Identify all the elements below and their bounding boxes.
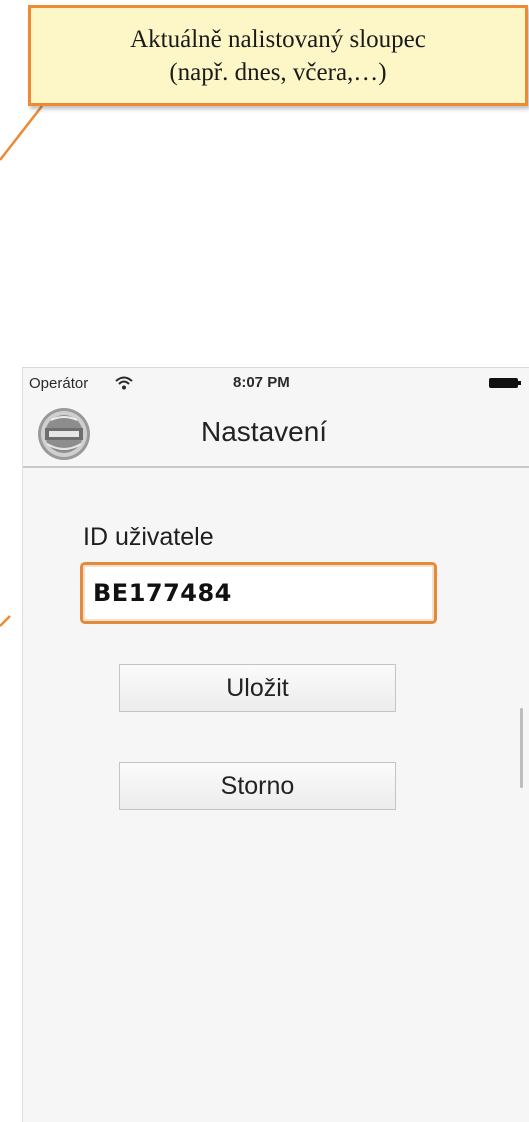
callout-note: Aktuálně nalistovaný sloupec (např. dnes… — [28, 5, 528, 106]
carrier-label: Operátor — [29, 375, 89, 392]
cancel-button[interactable]: Storno — [119, 762, 396, 810]
page-title: Nastavení — [201, 416, 328, 447]
app-logo-icon[interactable] — [35, 406, 93, 462]
user-id-label: ID uživatele — [83, 523, 214, 551]
user-id-input[interactable] — [80, 562, 437, 624]
wifi-icon — [115, 376, 133, 390]
navigation-bar: Nastavení — [23, 396, 529, 468]
status-bar: Operátor 8:07 PM — [23, 368, 529, 396]
save-button[interactable]: Uložit — [119, 664, 396, 712]
battery-icon — [489, 378, 521, 388]
callout-line-1: Aktuálně nalistovaný sloupec — [130, 25, 426, 53]
callout-line-2: (např. dnes, včera,…) — [169, 58, 387, 86]
scrollbar[interactable] — [520, 708, 523, 788]
phone-screen: Operátor 8:07 PM Nastavení ID uživatele … — [22, 367, 529, 1122]
status-time: 8:07 PM — [233, 374, 290, 391]
